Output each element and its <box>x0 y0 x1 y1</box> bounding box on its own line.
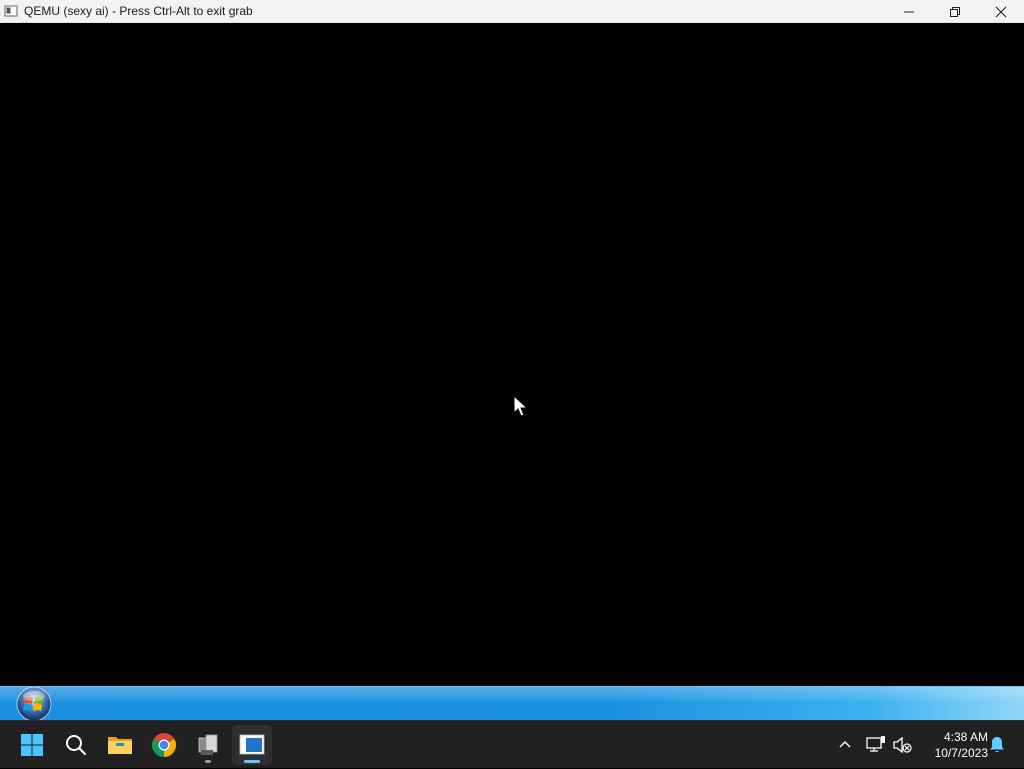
search-icon <box>66 735 87 756</box>
file-explorer-button[interactable] <box>100 725 140 765</box>
app-icon <box>198 734 218 755</box>
qemu-app-icon <box>4 4 18 18</box>
windows-logo-icon <box>21 734 43 756</box>
minimize-button[interactable] <box>886 0 932 23</box>
notification-bell-icon <box>990 737 1004 753</box>
vm-display[interactable] <box>0 23 1024 686</box>
volume-muted-icon <box>893 736 912 754</box>
folder-icon <box>108 737 132 754</box>
chrome-button[interactable] <box>144 725 184 765</box>
restore-icon <box>950 6 960 17</box>
window-titlebar[interactable]: QEMU (sexy ai) - Press Ctrl-Alt to exit … <box>0 0 1024 23</box>
close-button[interactable] <box>978 0 1024 23</box>
active-indicator <box>244 760 260 763</box>
restore-button[interactable] <box>932 0 978 23</box>
clock-date: 10/7/2023 <box>934 746 988 760</box>
app-button[interactable] <box>188 725 228 765</box>
close-icon <box>995 6 1007 17</box>
notifications-button[interactable] <box>986 721 1008 769</box>
window-controls <box>886 0 1024 23</box>
guest-start-orb[interactable] <box>10 686 58 723</box>
window-title: QEMU (sexy ai) - Press Ctrl-Alt to exit … <box>24 4 253 18</box>
clock-time: 4:38 AM <box>943 730 988 744</box>
running-indicator <box>205 760 211 763</box>
search-button[interactable] <box>56 725 96 765</box>
qemu-icon <box>239 734 265 755</box>
network-status[interactable] <box>864 721 888 769</box>
chrome-icon <box>151 733 177 757</box>
windows-orb-icon <box>16 686 52 722</box>
qemu-taskbar-button[interactable] <box>232 725 272 765</box>
volume-status[interactable] <box>890 721 914 769</box>
start-button[interactable] <box>12 725 52 765</box>
minimize-icon <box>904 11 914 12</box>
guest-taskbar <box>0 686 1024 723</box>
show-hidden-icons-button[interactable] <box>834 721 856 769</box>
network-icon <box>866 736 885 752</box>
chevron-up-icon <box>839 741 851 748</box>
mouse-pointer-icon <box>513 395 529 417</box>
taskbar-clock[interactable]: 4:38 AM 10/7/2023 <box>918 729 988 761</box>
host-taskbar: 4:38 AM 10/7/2023 <box>0 720 1024 768</box>
